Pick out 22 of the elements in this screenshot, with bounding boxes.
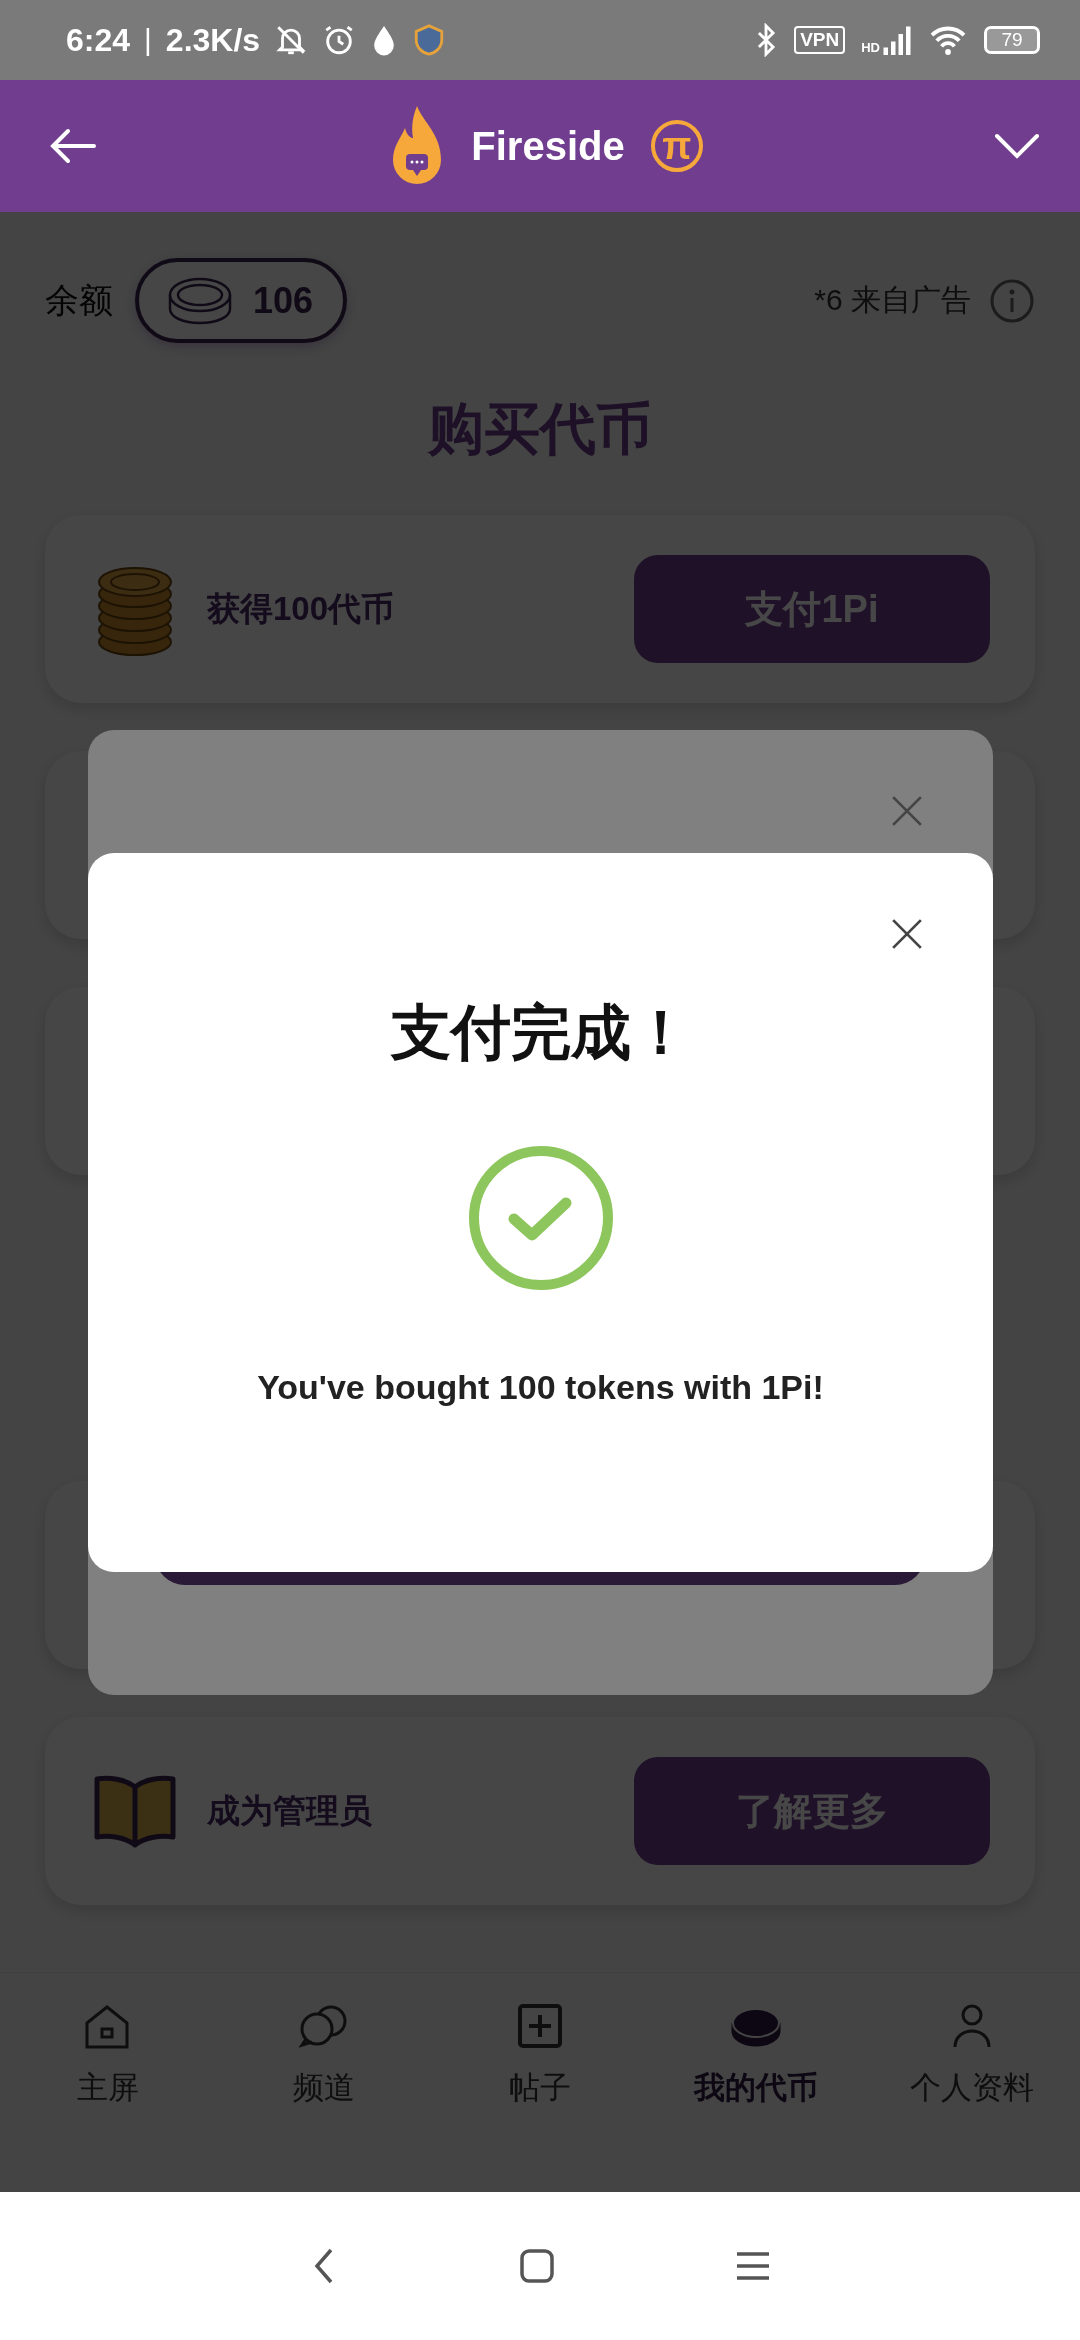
pi-logo: π	[650, 120, 703, 172]
token-count: 106	[253, 279, 314, 322]
tab-label: 我的代币	[694, 2069, 818, 2107]
check-circle-icon	[467, 1145, 614, 1291]
dialog-message: You've bought 100 tokens with 1Pi!	[257, 1367, 824, 1408]
signal-icon	[882, 25, 912, 55]
offer-label: 获得100代币	[207, 588, 395, 629]
menu-icon[interactable]	[735, 2251, 771, 2281]
vpn-badge: VPN	[794, 26, 846, 54]
offer-label: 成为管理员	[207, 1790, 372, 1831]
chevron-down-icon[interactable]	[994, 132, 1040, 160]
dialog-title: 支付完成！	[390, 998, 691, 1068]
balance-label: 余额	[45, 279, 113, 321]
clock: 6:24	[66, 21, 131, 59]
network-speed: 2.3K/s	[165, 21, 261, 59]
battery-icon: 79	[984, 26, 1040, 54]
back-arrow-icon[interactable]	[48, 126, 98, 166]
hd-label: HD	[861, 40, 880, 55]
home-button-icon[interactable]	[519, 2248, 555, 2284]
app-title: Fireside	[471, 123, 625, 169]
separator: |	[144, 23, 152, 57]
wifi-icon	[928, 24, 968, 56]
